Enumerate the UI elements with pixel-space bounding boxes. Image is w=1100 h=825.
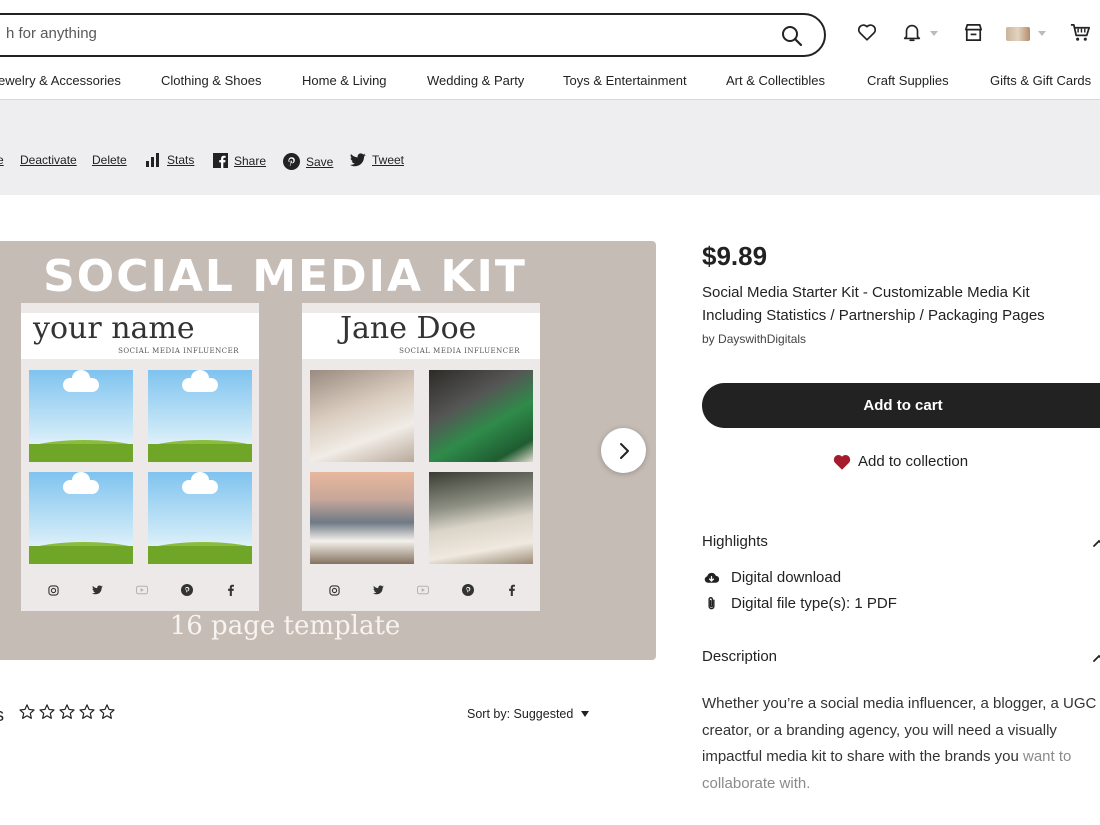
highlight-label: Digital file type(s): 1 PDF [731, 595, 897, 612]
cart-icon[interactable] [1069, 21, 1092, 44]
placeholder-image [29, 472, 133, 564]
placeholder-image [148, 370, 252, 462]
star-empty-icon [39, 704, 55, 719]
highlights-heading[interactable]: Highlights [702, 533, 768, 550]
influencer-photo [429, 370, 533, 462]
star-empty-icon [19, 704, 35, 719]
nav-home-living[interactable]: Home & Living [302, 73, 387, 88]
influencer-photo [310, 472, 414, 564]
nav-gifts-gift-cards[interactable]: Gifts & Gift Cards [990, 73, 1091, 88]
price: $9.89 [702, 241, 768, 271]
twitter-icon [350, 153, 366, 167]
deactivate-link[interactable]: Deactivate [20, 153, 77, 167]
sort-label: Sort by: Suggested [467, 707, 574, 721]
stats-label: Stats [167, 153, 195, 167]
influencer-photo [310, 370, 414, 462]
nav-clothing-shoes[interactable]: Clothing & Shoes [161, 73, 261, 88]
chevron-up-icon[interactable] [1092, 652, 1100, 666]
paperclip-icon [708, 597, 715, 610]
twitter-icon [373, 584, 385, 596]
shop-byline: by DayswithDigitals [702, 332, 806, 346]
highlight-label: Digital download [731, 569, 842, 586]
add-to-collection-label: Add to collection [858, 453, 969, 470]
bell-icon[interactable] [901, 21, 923, 43]
card-social-icons [47, 583, 237, 597]
heart-filled-icon [833, 455, 851, 470]
placeholder-image [29, 370, 133, 462]
product-title: Social Media Starter Kit - Customizable … [702, 284, 1045, 324]
template-card-left: your name SOCIAL MEDIA INFLUENCER [21, 303, 259, 611]
facebook-icon [506, 584, 518, 596]
listing-page: ewelry & Accessories Clothing & Shoes Ho… [0, 0, 1100, 825]
notifications-caret-icon[interactable] [930, 31, 938, 36]
star-rating [18, 703, 116, 721]
share-link[interactable]: Share [213, 153, 266, 168]
highlight-item: Digital file type(s): 1 PDF [704, 595, 897, 612]
by-prefix: by [702, 332, 715, 346]
instagram-icon [47, 584, 59, 596]
card-header: Jane Doe SOCIAL MEDIA INFLUENCER [302, 311, 540, 359]
search-input[interactable] [6, 25, 706, 42]
shop-icon[interactable] [962, 21, 985, 44]
account-caret-icon[interactable] [1038, 31, 1046, 36]
card-header: your name SOCIAL MEDIA INFLUENCER [21, 311, 259, 359]
next-image-button[interactable] [601, 428, 646, 473]
chevron-up-icon[interactable] [1092, 537, 1100, 551]
youtube-icon [417, 584, 429, 596]
share-label: Share [234, 153, 267, 168]
influencer-photo [429, 472, 533, 564]
star-empty-icon [59, 704, 75, 719]
save-label: Save [306, 154, 334, 169]
twitter-icon [92, 584, 104, 596]
star-empty-icon [79, 704, 95, 719]
delete-link[interactable]: Delete [92, 153, 127, 167]
heart-icon[interactable] [856, 21, 878, 43]
tweet-label: Tweet [372, 153, 405, 167]
nav-craft-supplies[interactable]: Craft Supplies [867, 73, 949, 88]
stats-link[interactable]: Stats [145, 153, 194, 167]
image-footer: 16 page template [169, 611, 401, 641]
nav-wedding-party[interactable]: Wedding & Party [427, 73, 524, 88]
template-card-right: Jane Doe SOCIAL MEDIA INFLUENCER [302, 303, 540, 611]
card-subtitle-right: SOCIAL MEDIA INFLUENCER [399, 347, 520, 355]
nav-art-collectibles[interactable]: Art & Collectibles [726, 73, 825, 88]
youtube-icon [136, 584, 148, 596]
pinterest-icon [461, 584, 474, 596]
stats-icon [146, 153, 159, 167]
highlight-item: Digital download [704, 569, 841, 586]
owner-action-bar: e Deactivate Delete Stats Share Save Twe… [0, 100, 1100, 195]
card-name-right: Jane Doe [340, 311, 477, 346]
category-nav: ewelry & Accessories Clothing & Shoes Ho… [0, 72, 1100, 100]
nav-jewelry-accessories[interactable]: ewelry & Accessories [0, 73, 121, 88]
card-subtitle-left: SOCIAL MEDIA INFLUENCER [118, 347, 239, 355]
facebook-icon [213, 153, 228, 168]
pinterest-icon [283, 153, 300, 170]
card-name-left: your name [33, 311, 195, 346]
add-to-cart-button[interactable]: Add to cart [702, 383, 1100, 428]
description-text: Whether you’re a social media influencer… [702, 691, 1100, 797]
star-empty-icon [99, 704, 115, 719]
tweet-link[interactable]: Tweet [350, 153, 404, 167]
description-heading[interactable]: Description [702, 648, 777, 665]
facebook-icon [225, 584, 237, 596]
nav-toys-entertainment[interactable]: Toys & Entertainment [563, 73, 687, 88]
add-to-collection-button[interactable]: Add to collection [832, 452, 968, 471]
placeholder-image [148, 472, 252, 564]
shop-name-link[interactable]: DayswithDigitals [718, 332, 806, 346]
caret-down-icon [581, 711, 590, 717]
instagram-icon [328, 584, 340, 596]
pinterest-icon [180, 584, 193, 596]
avatar[interactable] [1006, 27, 1030, 41]
save-link[interactable]: Save [283, 153, 333, 170]
sort-dropdown[interactable]: Sort by: Suggested [467, 707, 590, 721]
search-icon[interactable] [780, 24, 804, 48]
action-link-fragment[interactable]: e [0, 153, 4, 167]
search-bar[interactable] [0, 13, 826, 57]
image-title: SOCIAL MEDIA KIT [43, 251, 527, 302]
reviews-heading-fragment: s [0, 705, 4, 726]
chevron-right-icon [619, 442, 629, 459]
cloud-download-icon [704, 572, 719, 583]
card-social-icons [328, 583, 518, 597]
listing-image[interactable]: SOCIAL MEDIA KIT your name SOCIAL MEDIA … [0, 241, 656, 660]
